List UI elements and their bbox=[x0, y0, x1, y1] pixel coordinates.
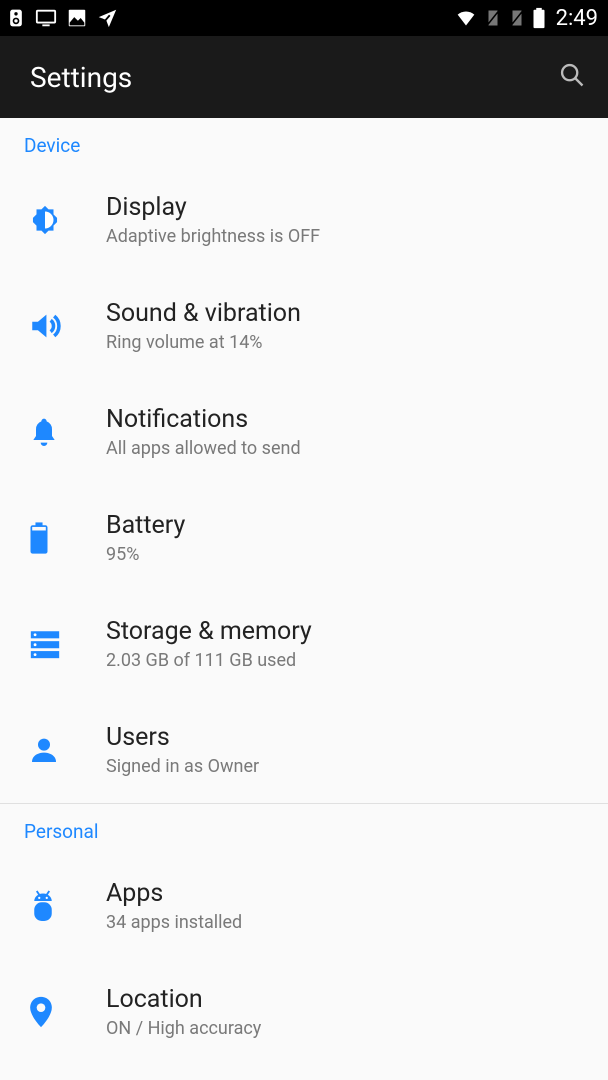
item-subtitle: 2.03 GB of 111 GB used bbox=[106, 650, 588, 671]
item-title: Notifications bbox=[106, 405, 588, 434]
item-subtitle: 95% bbox=[106, 544, 588, 565]
battery-level-icon bbox=[28, 521, 50, 555]
item-subtitle: All apps allowed to send bbox=[106, 438, 588, 459]
item-users[interactable]: Users Signed in as Owner bbox=[0, 697, 608, 803]
status-bar: 2:49 bbox=[0, 0, 608, 36]
section-device: Device bbox=[0, 118, 608, 167]
monitor-icon bbox=[34, 7, 58, 29]
item-title: Display bbox=[106, 193, 588, 222]
page-title: Settings bbox=[30, 61, 132, 94]
battery-icon bbox=[532, 7, 546, 29]
status-right: 2:49 bbox=[454, 6, 598, 31]
check-send-icon bbox=[96, 7, 118, 29]
bell-icon bbox=[28, 416, 60, 448]
image-icon bbox=[66, 7, 88, 29]
item-display[interactable]: Display Adaptive brightness is OFF bbox=[0, 167, 608, 273]
item-storage[interactable]: Storage & memory 2.03 GB of 111 GB used bbox=[0, 591, 608, 697]
item-title: Users bbox=[106, 723, 588, 752]
settings-list[interactable]: Device Display Adaptive brightness is OF… bbox=[0, 118, 608, 1065]
storage-icon bbox=[28, 629, 62, 659]
user-icon bbox=[28, 734, 60, 766]
wifi-icon bbox=[454, 8, 478, 28]
item-title: Location bbox=[106, 985, 588, 1014]
search-button[interactable] bbox=[558, 61, 586, 93]
sim1-disabled-icon bbox=[484, 7, 502, 29]
item-location[interactable]: Location ON / High accuracy bbox=[0, 959, 608, 1065]
app-bar: Settings bbox=[0, 36, 608, 118]
brightness-icon bbox=[28, 203, 62, 237]
sim2-disabled-icon bbox=[508, 7, 526, 29]
item-subtitle: 34 apps installed bbox=[106, 912, 588, 933]
status-clock: 2:49 bbox=[556, 6, 598, 31]
item-subtitle: ON / High accuracy bbox=[106, 1018, 588, 1039]
item-apps[interactable]: Apps 34 apps installed bbox=[0, 853, 608, 959]
item-notifications[interactable]: Notifications All apps allowed to send bbox=[0, 379, 608, 485]
item-title: Storage & memory bbox=[106, 617, 588, 646]
speaker-icon bbox=[6, 7, 26, 29]
item-title: Apps bbox=[106, 879, 588, 908]
item-subtitle: Ring volume at 14% bbox=[106, 332, 588, 353]
item-title: Sound & vibration bbox=[106, 299, 588, 328]
item-title: Battery bbox=[106, 511, 588, 540]
status-left bbox=[6, 7, 118, 29]
item-sound[interactable]: Sound & vibration Ring volume at 14% bbox=[0, 273, 608, 379]
item-subtitle: Signed in as Owner bbox=[106, 756, 588, 777]
search-icon bbox=[558, 61, 586, 89]
android-icon bbox=[28, 889, 58, 923]
item-battery[interactable]: Battery 95% bbox=[0, 485, 608, 591]
location-icon bbox=[28, 994, 54, 1030]
item-subtitle: Adaptive brightness is OFF bbox=[106, 226, 588, 247]
volume-icon bbox=[28, 309, 62, 343]
section-personal: Personal bbox=[0, 804, 608, 853]
